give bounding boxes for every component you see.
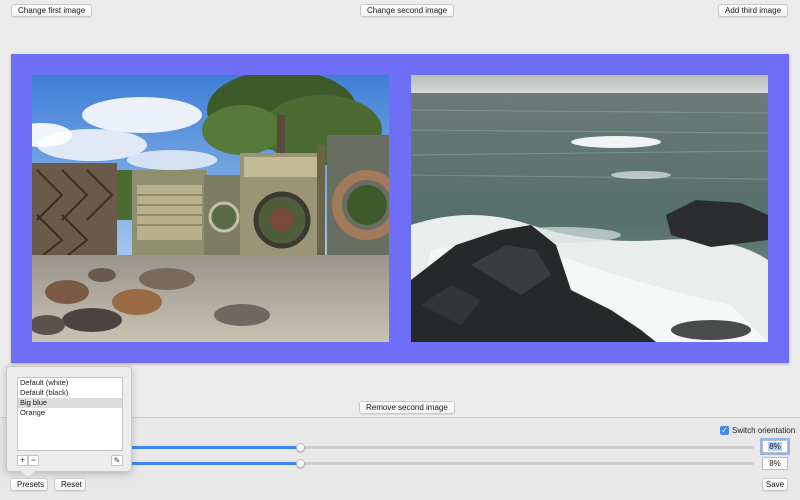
- checkmark-icon[interactable]: ✓: [720, 426, 729, 435]
- popover-arrow: [21, 471, 35, 478]
- second-image: [411, 75, 768, 342]
- slider-fill: [124, 462, 300, 465]
- change-first-image-button[interactable]: Change first image: [11, 4, 93, 17]
- preset-item-big-blue[interactable]: Big blue: [18, 398, 122, 408]
- preset-item-default-black[interactable]: Default (black): [18, 388, 122, 398]
- switch-orientation-toggle[interactable]: ✓ Switch orientation: [720, 426, 795, 435]
- preset-item-default-white[interactable]: Default (white): [18, 378, 122, 388]
- slider-knob[interactable]: [296, 459, 305, 468]
- reset-button[interactable]: Reset: [54, 478, 86, 491]
- border-width-slider[interactable]: [124, 443, 754, 452]
- preset-item-orange[interactable]: Orange: [18, 408, 122, 418]
- presets-button[interactable]: Presets: [10, 478, 48, 491]
- remove-preset-button[interactable]: −: [28, 455, 39, 466]
- border-width-field[interactable]: 8%: [762, 440, 788, 453]
- slider-fill: [124, 446, 300, 449]
- presets-list[interactable]: Default (white) Default (black) Big blue…: [17, 377, 123, 451]
- image-canvas: [11, 54, 789, 363]
- save-button[interactable]: Save: [762, 478, 788, 491]
- slider-knob[interactable]: [296, 443, 305, 452]
- presets-tools: + −: [17, 455, 39, 466]
- spacing-field[interactable]: 8%: [762, 457, 788, 470]
- first-image: [32, 75, 389, 342]
- change-second-image-button[interactable]: Change second image: [360, 4, 455, 17]
- remove-second-image-button[interactable]: Remove second image: [359, 401, 455, 414]
- pencil-icon[interactable]: ✎: [111, 455, 123, 466]
- spacing-slider[interactable]: [124, 459, 754, 468]
- border-width-value: 8%: [768, 442, 782, 451]
- add-third-image-button[interactable]: Add third image: [718, 4, 788, 17]
- switch-orientation-label: Switch orientation: [732, 426, 796, 435]
- presets-popover: Default (white) Default (black) Big blue…: [6, 366, 132, 478]
- add-preset-button[interactable]: +: [17, 455, 28, 466]
